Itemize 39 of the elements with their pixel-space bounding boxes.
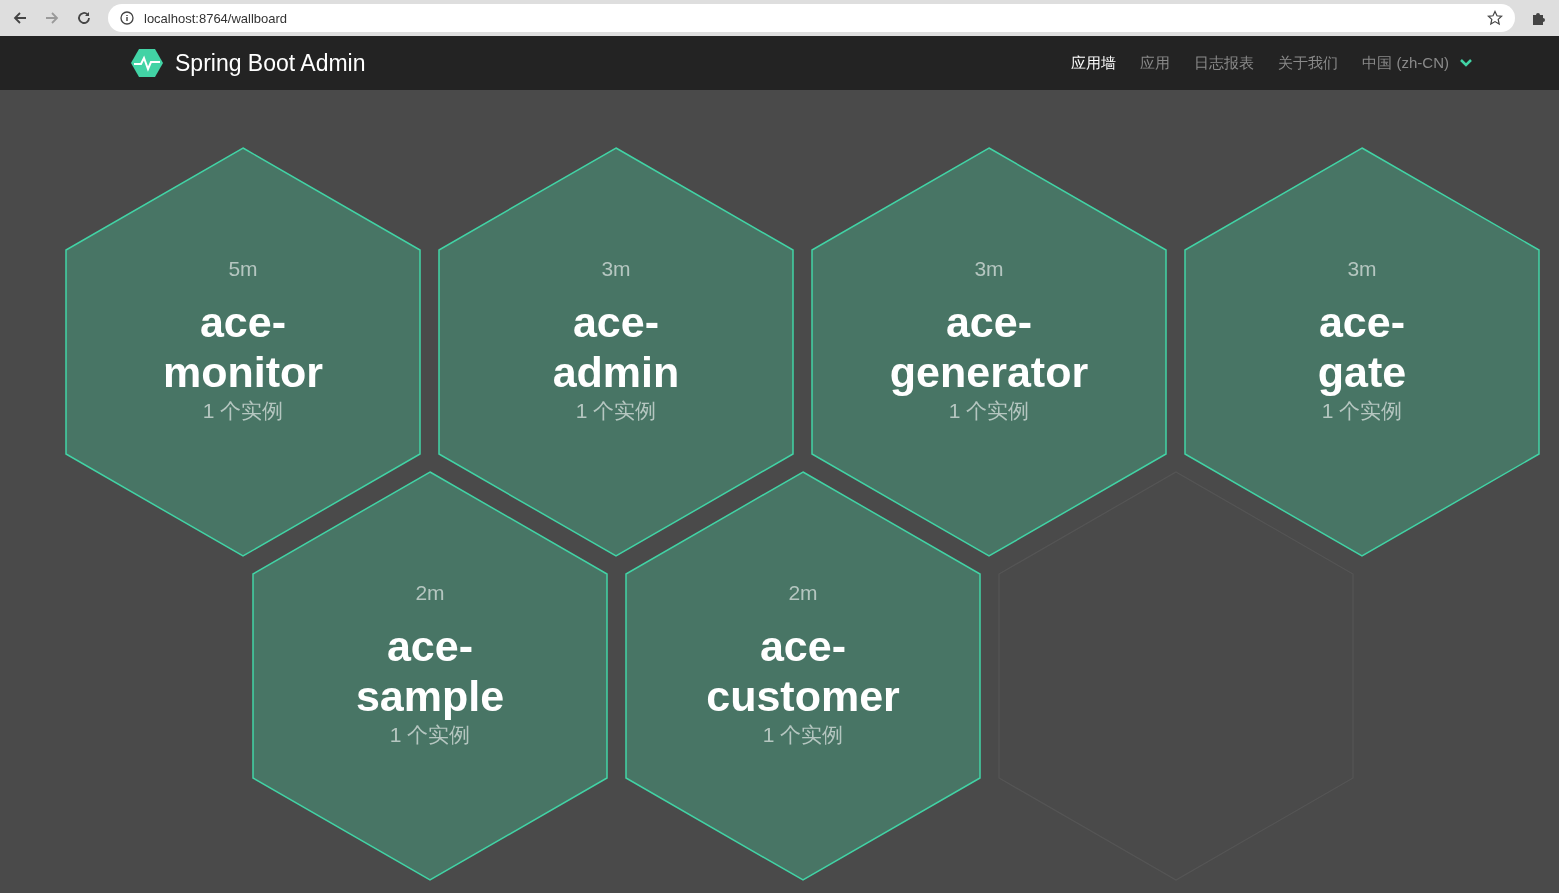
- uptime-label: 2m: [788, 581, 818, 605]
- back-icon[interactable]: [12, 10, 28, 26]
- uptime-label: 5m: [228, 257, 258, 281]
- star-icon[interactable]: [1487, 10, 1503, 26]
- application-name: ace-gate: [1317, 297, 1407, 397]
- application-name: ace-generator: [889, 297, 1089, 397]
- brand-title[interactable]: Spring Boot Admin: [175, 49, 366, 77]
- application-name: ace-monitor: [163, 297, 323, 397]
- info-icon[interactable]: [120, 11, 134, 25]
- instance-count: 1 个实例: [389, 722, 471, 748]
- hexagon-tile[interactable]: [625, 471, 981, 881]
- instance-count: 1 个实例: [1321, 398, 1403, 424]
- chevron-down-icon: [1459, 58, 1473, 68]
- pulse-hexagon-logo-icon: [131, 49, 163, 77]
- uptime-label: 2m: [415, 581, 445, 605]
- nav-link[interactable]: 关于我们: [1278, 53, 1339, 73]
- nav-link[interactable]: 日志报表: [1194, 53, 1255, 73]
- application-name: ace-sample: [355, 621, 505, 721]
- hexagon-tile[interactable]: [811, 147, 1167, 557]
- uptime-label: 3m: [974, 257, 1004, 281]
- hexagon-tile[interactable]: [252, 471, 608, 881]
- instance-count: 1 个实例: [948, 398, 1030, 424]
- language-dropdown[interactable]: 中国 (zh-CN): [1362, 53, 1473, 73]
- hexagon-tile[interactable]: [438, 147, 794, 557]
- address-bar[interactable]: localhost:8764/wallboard: [108, 4, 1515, 32]
- instance-count: 1 个实例: [575, 398, 657, 424]
- application-name: ace-admin: [552, 297, 680, 397]
- uptime-label: 3m: [601, 257, 631, 281]
- hexagon-tile[interactable]: [65, 147, 421, 557]
- nav-link[interactable]: 应用: [1140, 53, 1171, 73]
- url-text: localhost:8764/wallboard: [144, 10, 288, 26]
- nav-link[interactable]: 应用墙: [1071, 53, 1117, 73]
- instance-count: 1 个实例: [202, 398, 284, 424]
- uptime-label: 3m: [1347, 257, 1377, 281]
- puzzle-icon[interactable]: [1531, 10, 1547, 26]
- application-name: ace-customer: [706, 621, 900, 721]
- reload-icon[interactable]: [76, 10, 92, 26]
- hexagon-tile[interactable]: [1184, 147, 1540, 557]
- instance-count: 1 个实例: [762, 722, 844, 748]
